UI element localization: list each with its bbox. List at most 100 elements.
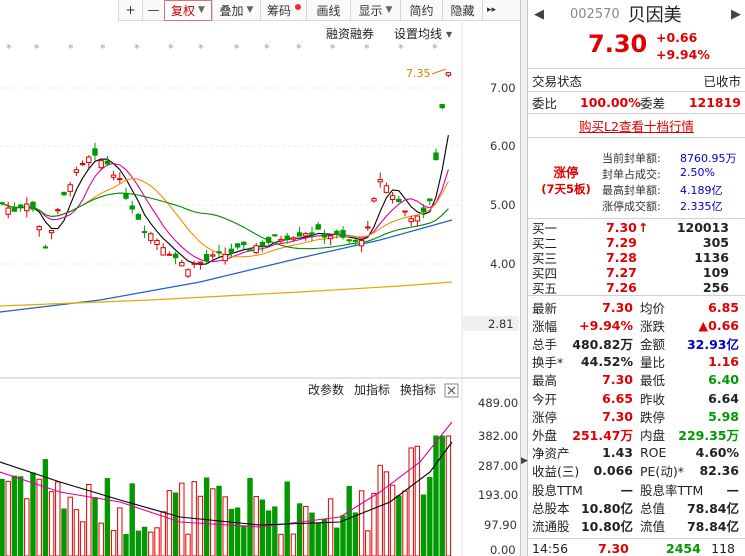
volume-bar: [334, 527, 340, 556]
tick-row[interactable]: 14:56 7.30 2454 118: [528, 540, 745, 556]
buy-l2-link[interactable]: 购买L2查看十档行情: [579, 116, 694, 135]
zoom-out-button[interactable]: —: [142, 0, 164, 21]
order-book-row[interactable]: 买三 7.28 1136: [528, 250, 745, 266]
volume-bar: [296, 503, 303, 556]
next-stock-button[interactable]: ▶: [731, 7, 741, 22]
volume-bar: [61, 508, 67, 556]
candle-body: [241, 241, 247, 246]
candle-body: [315, 224, 321, 230]
quote-value: 5.98: [708, 408, 739, 424]
order-book-row[interactable]: 买五 7.26 256: [528, 280, 745, 296]
price-tick: 5.00: [490, 198, 516, 212]
limit-up-item: 涨停成交额: 2.335亿: [602, 198, 745, 214]
quote-row: 股息TTM — 股息率TTM —: [528, 480, 745, 498]
volume-bar: [179, 482, 185, 556]
trade-status: 交易状态 已收市: [528, 70, 745, 90]
high-price-label: 7.35: [406, 67, 431, 80]
order-price: 7.26: [606, 280, 637, 295]
quote-panel: ◀ 002570 贝因美 ▶ 7.30 +0.66 +9.94% 交易状态 已收…: [528, 0, 745, 556]
yincang-label: 隐藏: [450, 3, 475, 18]
quote-row: 最新 7.30 均价 6.85: [528, 298, 745, 316]
candle-body: [272, 234, 278, 237]
candle-body: [55, 209, 61, 212]
rzrq-button[interactable]: 融资融券: [326, 26, 374, 41]
limit-up-item-label: 封单占成交:: [602, 168, 661, 181]
volume-bar: [241, 525, 247, 556]
fuquan-dropdown[interactable]: 复权 ▼: [164, 0, 212, 21]
ma-line: [1, 135, 449, 265]
price-change: +0.66: [656, 30, 698, 45]
limit-up-item-value: 4.189亿: [680, 184, 723, 197]
candle-body: [284, 235, 290, 241]
event-marker-icon: *: [6, 42, 12, 55]
limit-up-item: 最高封单额: 4.189亿: [602, 182, 745, 198]
event-marker-icon: *: [432, 42, 438, 55]
volume-bar: [327, 498, 334, 556]
switch-indicator-button[interactable]: 换指标: [400, 382, 436, 397]
jianyue-button[interactable]: 简约: [400, 0, 442, 21]
collapse-arrow-icon[interactable]: ▶: [521, 456, 528, 466]
order-price: 7.28: [606, 250, 637, 265]
limit-up-item-label: 涨停成交额:: [602, 200, 661, 213]
candle-body: [247, 249, 253, 252]
add-indicator-button[interactable]: 加指标: [354, 382, 390, 397]
event-marker-icon: *: [134, 42, 140, 55]
huaxian-button[interactable]: 画线: [306, 0, 350, 21]
candle-body: [166, 253, 173, 256]
chouma-button[interactable]: 筹码: [260, 0, 306, 21]
low-price-label: 2.81: [488, 317, 514, 331]
yincang-button[interactable]: 隐藏: [442, 0, 482, 21]
volume-bar: [259, 499, 266, 556]
order-book-row[interactable]: 买四 7.27 109: [528, 265, 745, 281]
candle-body: [92, 148, 98, 156]
quote-row: 总股本 10.80亿 总值 78.84亿: [528, 498, 745, 516]
quote-label: 最新: [532, 300, 558, 316]
price-tick: 6.00: [490, 139, 516, 153]
kline-chart[interactable]: * * * * * * * * * * * * * * 融资融券 设置均线 ▼ …: [0, 22, 520, 556]
more-button[interactable]: ▸▸: [482, 0, 500, 21]
event-marker-icon: *: [398, 42, 404, 55]
quote-value: 4.60%: [695, 445, 739, 461]
set-ma-button[interactable]: 设置均线: [394, 27, 442, 41]
volume-bar: [272, 506, 278, 556]
panel-divider[interactable]: [520, 0, 528, 556]
volume-axis: 489.00 382.00 287.00 193.00 97.90 0.00: [478, 396, 518, 556]
volume-bar: [98, 522, 104, 556]
quote-value: 78.84亿: [686, 518, 739, 534]
diejia-dropdown[interactable]: 叠加 ▼: [212, 0, 260, 21]
quote-label: 量比: [640, 355, 666, 371]
volume-bar: [67, 496, 73, 556]
event-marker-icon: *: [364, 42, 370, 55]
limit-up-item-label: 当前封单额:: [602, 152, 661, 165]
divider: [528, 295, 745, 296]
volume-tick: 382.00: [478, 429, 518, 443]
more-icon: ▸▸: [486, 5, 497, 15]
quote-row: 外盘 251.47万 内盘 229.35万: [528, 425, 745, 443]
quote-value: 78.84亿: [686, 500, 739, 516]
quote-label: 换手*: [532, 355, 564, 371]
volume-bar: [129, 483, 135, 556]
prev-stock-button[interactable]: ◀: [528, 7, 546, 22]
volume-bar: [36, 478, 42, 556]
stock-header: ◀ 002570 贝因美 ▶: [528, 2, 745, 26]
volume-bar: [228, 508, 235, 556]
event-markers: * * * * * * * * * * * * * *: [6, 42, 438, 55]
volume-bar: [278, 533, 284, 556]
order-book-row[interactable]: 买二 7.29 305: [528, 235, 745, 251]
candle-body: [73, 169, 80, 173]
kline-chart-canvas[interactable]: * * * * * * * * * * * * * * 融资融券 设置均线 ▼ …: [0, 22, 520, 556]
zoom-in-button[interactable]: +: [118, 0, 142, 21]
order-book-row[interactable]: 买一 7.30 ↑ 120013: [528, 220, 745, 236]
volume-tick: 97.90: [484, 518, 517, 532]
quote-value: 1.43: [602, 445, 633, 461]
candle-body: [141, 231, 148, 234]
stock-code: 002570: [570, 6, 620, 22]
limit-up-item-value: 2.335亿: [680, 200, 723, 213]
quote-label: 流通股: [532, 518, 570, 534]
close-pane-button[interactable]: [444, 383, 459, 398]
quote-row: 净资产 1.43 ROE 4.60%: [528, 444, 745, 462]
divider: [528, 218, 745, 219]
xianshi-dropdown[interactable]: 显示 ▼: [350, 0, 400, 21]
quote-value: 10.80亿: [580, 518, 633, 534]
modify-params-button[interactable]: 改参数: [308, 382, 344, 397]
